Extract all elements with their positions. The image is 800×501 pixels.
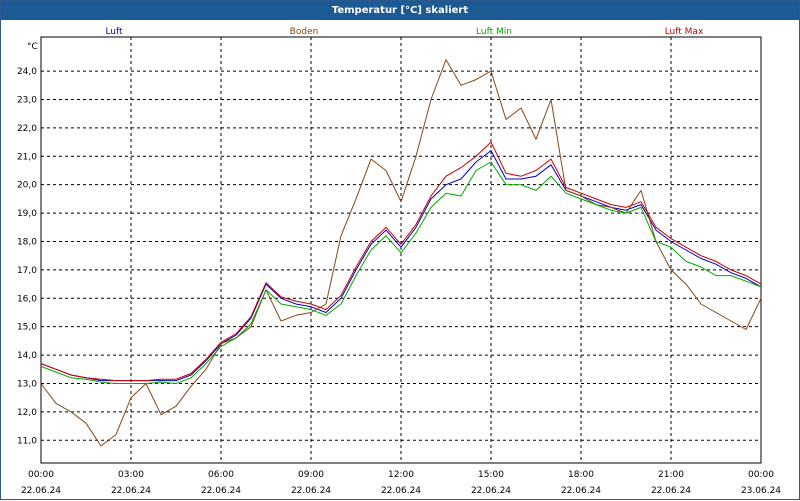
y-tick-label: 17,0 [17, 266, 37, 276]
x-tick-time-label: 06:00 [208, 470, 234, 480]
legend: Luft Boden Luft Min Luft Max [105, 27, 704, 37]
legend-entry-luft-max: Luft Max [665, 27, 704, 37]
y-tick-label: 14,0 [17, 351, 37, 361]
y-tick-label: 18,0 [17, 237, 37, 247]
x-tick-time-label: 00:00 [28, 470, 54, 480]
x-tick-time-label: 21:00 [658, 470, 684, 480]
x-tick-date-label: 22.06.24 [201, 486, 241, 496]
axes: 11,0 12,0 13,0 14,0 15,0 16,0 17,0 18,0 19,0 20,0… [17, 36, 781, 496]
y-tick-label: 19,0 [17, 209, 37, 219]
x-tick-time-label: 12:00 [388, 470, 414, 480]
y-tick-label: 15,0 [17, 323, 37, 333]
legend-entry-boden: Boden [290, 27, 319, 37]
y-tick-label: 13,0 [17, 379, 37, 389]
legend-entry-luft: Luft [105, 27, 123, 37]
y-tick-label: 16,0 [17, 294, 37, 304]
chart-title: Temperatur [°C] skaliert [1, 1, 799, 20]
x-tick-date-label: 22.06.24 [21, 486, 61, 496]
x-tick-date-label: 22.06.24 [651, 486, 691, 496]
y-tick-label: 12,0 [17, 408, 37, 418]
x-tick-date-label: 22.06.24 [381, 486, 421, 496]
legend-entry-luft-min: Luft Min [476, 27, 512, 37]
x-tick-date-label: 22.06.24 [561, 486, 601, 496]
x-tick-date-label: 22.06.24 [111, 486, 151, 496]
x-tick-time-label: 18:00 [568, 470, 594, 480]
y-tick-label: 20,0 [17, 181, 37, 191]
x-tick-date-label: 22.06.24 [471, 486, 511, 496]
chart-svg: 11,0 12,0 13,0 14,0 15,0 16,0 17,0 18,0 19,0 20,0… [17, 27, 781, 496]
y-tick-label: 21,0 [17, 152, 37, 162]
y-tick-label: 22,0 [17, 124, 37, 134]
x-tick-date-label: 22.06.24 [291, 486, 331, 496]
chart-window: 11,0 12,0 13,0 14,0 15,0 16,0 17,0 18,0 19,0 20,0… [0, 0, 800, 500]
x-tick-date-label: 23.06.24 [741, 486, 781, 496]
y-tick-label: 24,0 [17, 67, 37, 77]
y-axis-unit-label: °C [27, 42, 38, 52]
x-tick-time-label: 00:00 [748, 470, 774, 480]
y-tick-label: 23,0 [17, 95, 37, 105]
x-tick-time-label: 03:00 [118, 470, 144, 480]
x-tick-time-label: 15:00 [478, 470, 504, 480]
y-tick-label: 11,0 [17, 436, 37, 446]
x-tick-time-label: 09:00 [298, 470, 324, 480]
grid [41, 37, 761, 463]
